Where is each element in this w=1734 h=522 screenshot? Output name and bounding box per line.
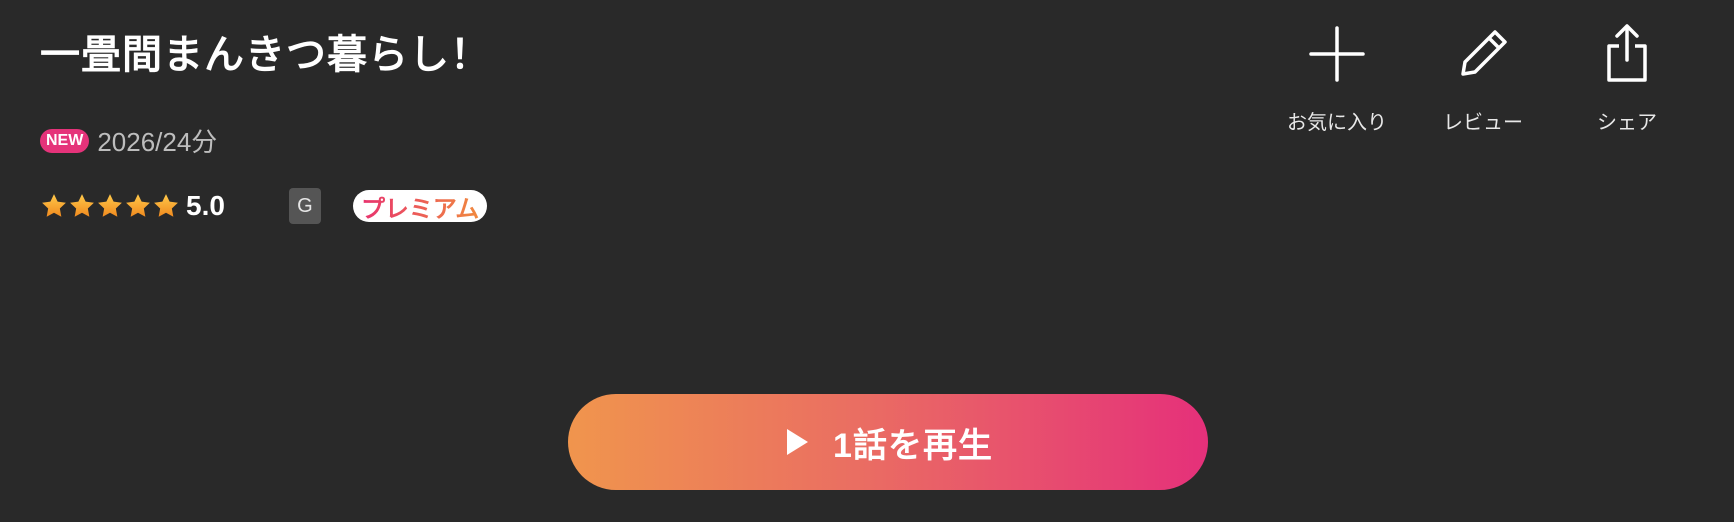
share-label: シェア [1597, 110, 1657, 134]
star-icon [42, 194, 66, 217]
rating-row: 5.0 G プレミアム [40, 188, 488, 224]
play-episode-button[interactable]: 1話を再生 [568, 394, 1208, 490]
share-button[interactable]: シェア [1556, 22, 1698, 135]
page-title: 一畳間まんきつ暮らし！ [40, 32, 491, 78]
favorite-button[interactable]: お気に入り [1264, 22, 1410, 135]
share-icon [1607, 24, 1647, 82]
rating-value: 5.0 [186, 190, 225, 221]
year-length-text: 2026/24分 [97, 127, 218, 157]
star-icon [126, 194, 150, 217]
age-rating-badge: G [288, 188, 321, 224]
favorite-label: お気に入り [1287, 110, 1387, 134]
star-icon [98, 194, 122, 217]
star-rating [40, 192, 180, 220]
review-label: レビュー [1443, 110, 1523, 134]
premium-badge-label: プレミアム [361, 189, 479, 224]
pencil-icon [1461, 30, 1507, 76]
plus-icon [1309, 26, 1365, 82]
play-icon [787, 429, 809, 455]
premium-badge: プレミアム [352, 189, 488, 224]
new-badge: NEW [40, 128, 90, 153]
play-episode-label: 1話を再生 [833, 426, 993, 465]
star-icon [154, 194, 178, 217]
star-icon [70, 194, 94, 217]
meta-row: NEW 2026/24分 [40, 122, 217, 159]
review-button[interactable]: レビュー [1410, 22, 1556, 135]
action-buttons: お気に入り レビュー シェア [1264, 22, 1734, 135]
